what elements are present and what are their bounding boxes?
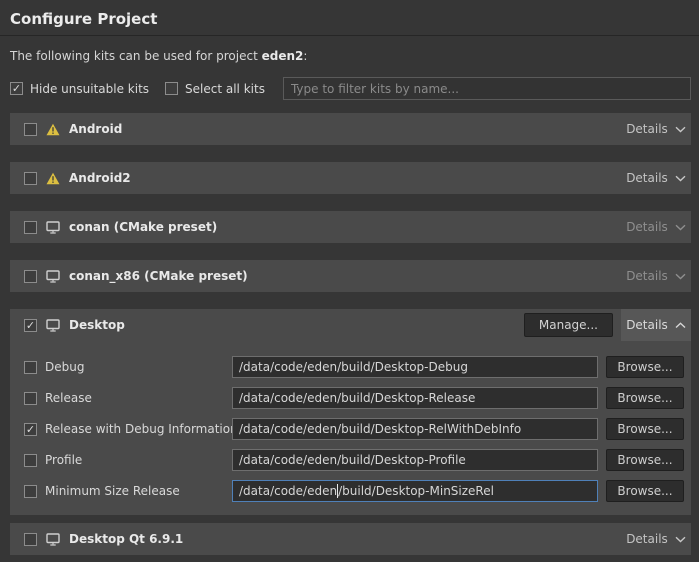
build-config-checkbox[interactable] xyxy=(24,392,37,405)
kit-header-desktop[interactable]: Desktop Manage... Details xyxy=(10,309,691,341)
kit-header-android[interactable]: Android Details xyxy=(10,113,691,145)
build-config-row-minsizerel: Minimum Size Release /data/code/eden/bui… xyxy=(24,480,684,502)
kit-checkbox[interactable] xyxy=(24,123,37,136)
build-dir-input[interactable] xyxy=(232,418,598,440)
details-label: Details xyxy=(626,122,668,136)
select-all-group: Select all kits xyxy=(165,82,265,96)
kit-header-desktop-qt[interactable]: Desktop Qt 6.9.1 Details xyxy=(10,523,691,555)
details-button[interactable]: Details xyxy=(621,113,691,145)
kit-section-android: Android Details xyxy=(10,113,691,145)
dialog-header: Configure Project xyxy=(0,0,699,36)
browse-button[interactable]: Browse... xyxy=(606,449,684,471)
hide-unsuitable-label: Hide unsuitable kits xyxy=(30,82,149,96)
chevron-down-icon xyxy=(675,224,686,231)
path-text-after-caret: /build/Desktop-MinSizeRel xyxy=(338,484,494,498)
select-all-checkbox[interactable] xyxy=(165,82,178,95)
kit-checkbox[interactable] xyxy=(24,270,37,283)
warning-icon xyxy=(46,123,60,136)
desktop-icon xyxy=(46,319,60,332)
warning-icon xyxy=(46,172,60,185)
kit-name: conan_x86 (CMake preset) xyxy=(69,269,248,283)
filter-toolbar: Hide unsuitable kits Select all kits xyxy=(10,77,691,100)
kit-filter-input[interactable] xyxy=(283,77,691,100)
details-label: Details xyxy=(626,532,668,546)
kit-section-conan-x86: conan_x86 (CMake preset) Details xyxy=(10,260,691,292)
kit-name: Desktop Qt 6.9.1 xyxy=(69,532,183,546)
build-config-checkbox[interactable] xyxy=(24,361,37,374)
build-dir-input[interactable] xyxy=(232,449,598,471)
chevron-down-icon xyxy=(675,273,686,280)
browse-button[interactable]: Browse... xyxy=(606,418,684,440)
build-config-label: Release with Debug Information xyxy=(37,422,232,436)
kit-checkbox[interactable] xyxy=(24,319,37,332)
kit-header-conan-x86[interactable]: conan_x86 (CMake preset) Details xyxy=(10,260,691,292)
kit-name: conan (CMake preset) xyxy=(69,220,217,234)
kit-checkbox[interactable] xyxy=(24,221,37,234)
select-all-label: Select all kits xyxy=(185,82,265,96)
browse-button[interactable]: Browse... xyxy=(606,356,684,378)
build-config-label: Minimum Size Release xyxy=(37,484,232,498)
details-label: Details xyxy=(626,269,668,283)
kit-section-desktop-qt: Desktop Qt 6.9.1 Details xyxy=(10,523,691,555)
build-config-row-debug: Debug Browse... xyxy=(24,356,684,378)
hide-unsuitable-group: Hide unsuitable kits xyxy=(10,82,149,96)
intro-prefix: The following kits can be used for proje… xyxy=(10,49,262,63)
details-button[interactable]: Details xyxy=(621,309,691,341)
build-config-list: Debug Browse... Release Browse... Releas… xyxy=(10,341,691,515)
build-config-checkbox[interactable] xyxy=(24,485,37,498)
build-config-label: Profile xyxy=(37,453,232,467)
desktop-icon xyxy=(46,533,60,546)
details-button[interactable]: Details xyxy=(621,523,691,555)
browse-button[interactable]: Browse... xyxy=(606,387,684,409)
details-label: Details xyxy=(626,318,668,332)
build-dir-input[interactable] xyxy=(232,387,598,409)
details-label: Details xyxy=(626,220,668,234)
build-dir-input[interactable]: /data/code/eden/build/Desktop-MinSizeRel xyxy=(232,480,598,502)
kit-section-android2: Android2 Details xyxy=(10,162,691,194)
build-config-label: Release xyxy=(37,391,232,405)
page-title: Configure Project xyxy=(10,10,689,28)
kit-section-desktop: Desktop Manage... Details Debug Browse..… xyxy=(10,309,691,515)
build-config-row-profile: Profile Browse... xyxy=(24,449,684,471)
path-text-before-caret: /data/code/eden xyxy=(239,484,337,498)
kit-name: Android2 xyxy=(69,171,131,185)
details-label: Details xyxy=(626,171,668,185)
browse-button[interactable]: Browse... xyxy=(606,480,684,502)
kit-name: Desktop xyxy=(69,318,125,332)
kit-header-conan[interactable]: conan (CMake preset) Details xyxy=(10,211,691,243)
chevron-down-icon xyxy=(675,126,686,133)
build-dir-input[interactable] xyxy=(232,356,598,378)
build-config-row-release: Release Browse... xyxy=(24,387,684,409)
build-config-label: Debug xyxy=(37,360,232,374)
kit-header-android2[interactable]: Android2 Details xyxy=(10,162,691,194)
project-name: eden2 xyxy=(262,49,304,63)
details-button[interactable]: Details xyxy=(621,260,691,292)
kit-checkbox[interactable] xyxy=(24,172,37,185)
hide-unsuitable-checkbox[interactable] xyxy=(10,82,23,95)
kit-section-conan: conan (CMake preset) Details xyxy=(10,211,691,243)
build-config-checkbox[interactable] xyxy=(24,423,37,436)
intro-suffix: : xyxy=(303,49,307,63)
chevron-down-icon xyxy=(675,536,686,543)
intro-text: The following kits can be used for proje… xyxy=(10,49,689,63)
kit-checkbox[interactable] xyxy=(24,533,37,546)
chevron-up-icon xyxy=(675,322,686,329)
details-button[interactable]: Details xyxy=(621,211,691,243)
build-config-row-relwithdebinfo: Release with Debug Information Browse... xyxy=(24,418,684,440)
manage-kits-button[interactable]: Manage... xyxy=(524,313,613,337)
build-config-checkbox[interactable] xyxy=(24,454,37,467)
kit-name: Android xyxy=(69,122,122,136)
desktop-icon xyxy=(46,221,60,234)
details-button[interactable]: Details xyxy=(621,162,691,194)
chevron-down-icon xyxy=(675,175,686,182)
desktop-icon xyxy=(46,270,60,283)
